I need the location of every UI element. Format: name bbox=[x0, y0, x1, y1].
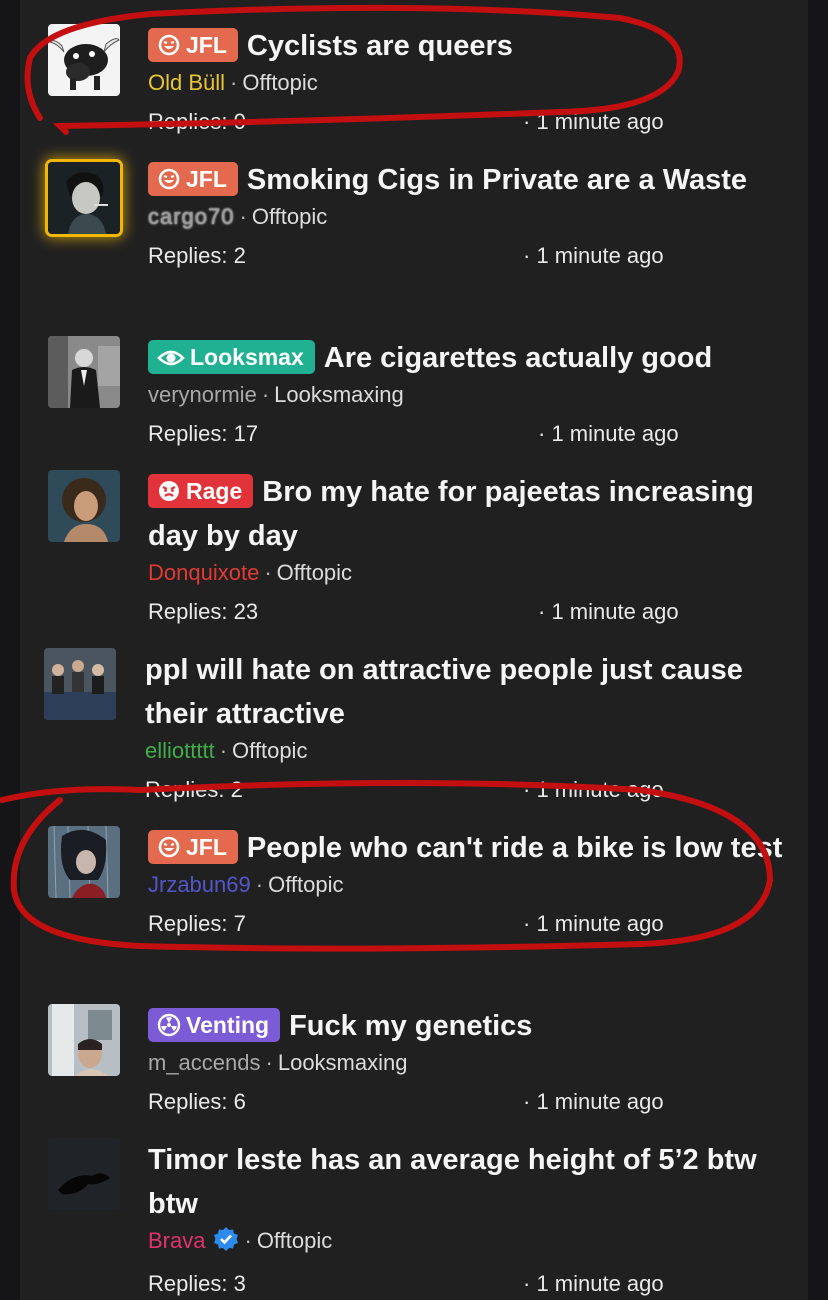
author-link[interactable]: Donquixote bbox=[148, 560, 259, 585]
avatar[interactable] bbox=[48, 826, 120, 898]
bull-avatar-image bbox=[48, 24, 120, 96]
tag-badge-rage[interactable]: Rage bbox=[148, 474, 254, 508]
verified-check-icon bbox=[213, 1226, 239, 1260]
dark-figure-avatar-image bbox=[48, 1138, 120, 1210]
category-link[interactable]: Offtopic bbox=[232, 738, 307, 763]
crowd-avatar-image bbox=[44, 648, 116, 720]
category-link[interactable]: Offtopic bbox=[268, 872, 343, 897]
thread-title[interactable]: Are cigarettes actually good bbox=[324, 342, 712, 374]
category-link[interactable]: Offtopic bbox=[242, 70, 317, 95]
reply-count: Replies: 3 bbox=[148, 1271, 246, 1296]
reply-count: Replies: 2 bbox=[145, 777, 243, 802]
anime-avatar-image bbox=[48, 826, 120, 898]
reply-count: Replies: 23 bbox=[148, 599, 259, 624]
author-link[interactable]: Brava bbox=[148, 1228, 205, 1253]
timestamp: · 1 minute ago bbox=[538, 421, 679, 446]
avatar[interactable] bbox=[44, 648, 116, 720]
thread-title[interactable]: ppl will hate on attractive people just … bbox=[145, 654, 743, 730]
tag-badge-looksmax[interactable]: Looksmax bbox=[148, 340, 315, 374]
reply-count: Replies: 2 bbox=[148, 243, 246, 268]
category-link[interactable]: Looksmaxing bbox=[274, 382, 404, 407]
reply-count: Replies: 6 bbox=[148, 1089, 246, 1114]
timestamp: · 1 minute ago bbox=[523, 109, 664, 134]
author-link[interactable]: Jrzabun69 bbox=[148, 872, 251, 897]
avatar[interactable] bbox=[48, 1138, 120, 1210]
mirror-selfie-avatar-image bbox=[48, 1004, 120, 1076]
thread-title[interactable]: Fuck my genetics bbox=[289, 1010, 532, 1042]
timestamp: · 1 minute ago bbox=[523, 911, 664, 936]
avatar[interactable] bbox=[48, 24, 120, 96]
thread-title[interactable]: People who can't ride a bike is low test bbox=[247, 832, 782, 864]
smoker-avatar-image bbox=[48, 162, 120, 234]
reply-count: Replies: 17 bbox=[148, 421, 259, 446]
category-link[interactable]: Offtopic bbox=[277, 560, 352, 585]
thread-title[interactable]: Timor leste has an average height of 5’2… bbox=[148, 1144, 757, 1220]
category-link[interactable]: Looksmaxing bbox=[278, 1050, 408, 1075]
timestamp: · 1 minute ago bbox=[523, 777, 664, 802]
timestamp: · 1 minute ago bbox=[523, 1089, 664, 1114]
category-link[interactable]: Offtopic bbox=[252, 204, 327, 229]
thread-title[interactable]: Cyclists are queers bbox=[247, 30, 513, 62]
tag-badge-jfl[interactable]: JFL bbox=[148, 28, 238, 62]
reply-count: Replies: 0 bbox=[148, 109, 246, 134]
timestamp: · 1 minute ago bbox=[523, 243, 664, 268]
tag-badge-jfl[interactable]: JFL bbox=[148, 830, 238, 864]
laugh-icon bbox=[157, 834, 181, 868]
tag-badge-jfl[interactable]: JFL bbox=[148, 162, 238, 196]
author-link[interactable]: Old Büll bbox=[148, 70, 225, 95]
reply-count: Replies: 7 bbox=[148, 911, 246, 936]
author-link[interactable]: m_accends bbox=[148, 1050, 261, 1075]
category-link[interactable]: Offtopic bbox=[257, 1228, 332, 1253]
author-link[interactable]: cargo70 bbox=[148, 204, 235, 229]
thread-title[interactable]: Smoking Cigs in Private are a Waste bbox=[247, 164, 747, 196]
curly-hair-avatar-image bbox=[48, 470, 120, 542]
avatar[interactable] bbox=[48, 336, 120, 408]
laugh-icon bbox=[157, 166, 181, 200]
angry-face-icon bbox=[157, 478, 181, 512]
timestamp: · 1 minute ago bbox=[538, 599, 679, 624]
laugh-icon bbox=[157, 32, 181, 66]
suited-man-avatar-image bbox=[48, 336, 120, 408]
radiation-icon bbox=[157, 1012, 181, 1046]
thread-list: JFL Cyclists are queers Old Büll · Offtopic… bbox=[20, 0, 808, 1300]
tag-badge-venting[interactable]: Venting bbox=[148, 1008, 281, 1042]
author-link[interactable]: elliottttt bbox=[145, 738, 215, 763]
avatar[interactable] bbox=[48, 162, 120, 234]
author-link[interactable]: verynormie bbox=[148, 382, 257, 407]
avatar[interactable] bbox=[48, 470, 120, 542]
timestamp: · 1 minute ago bbox=[523, 1271, 664, 1296]
eye-icon bbox=[157, 344, 185, 378]
avatar[interactable] bbox=[48, 1004, 120, 1076]
